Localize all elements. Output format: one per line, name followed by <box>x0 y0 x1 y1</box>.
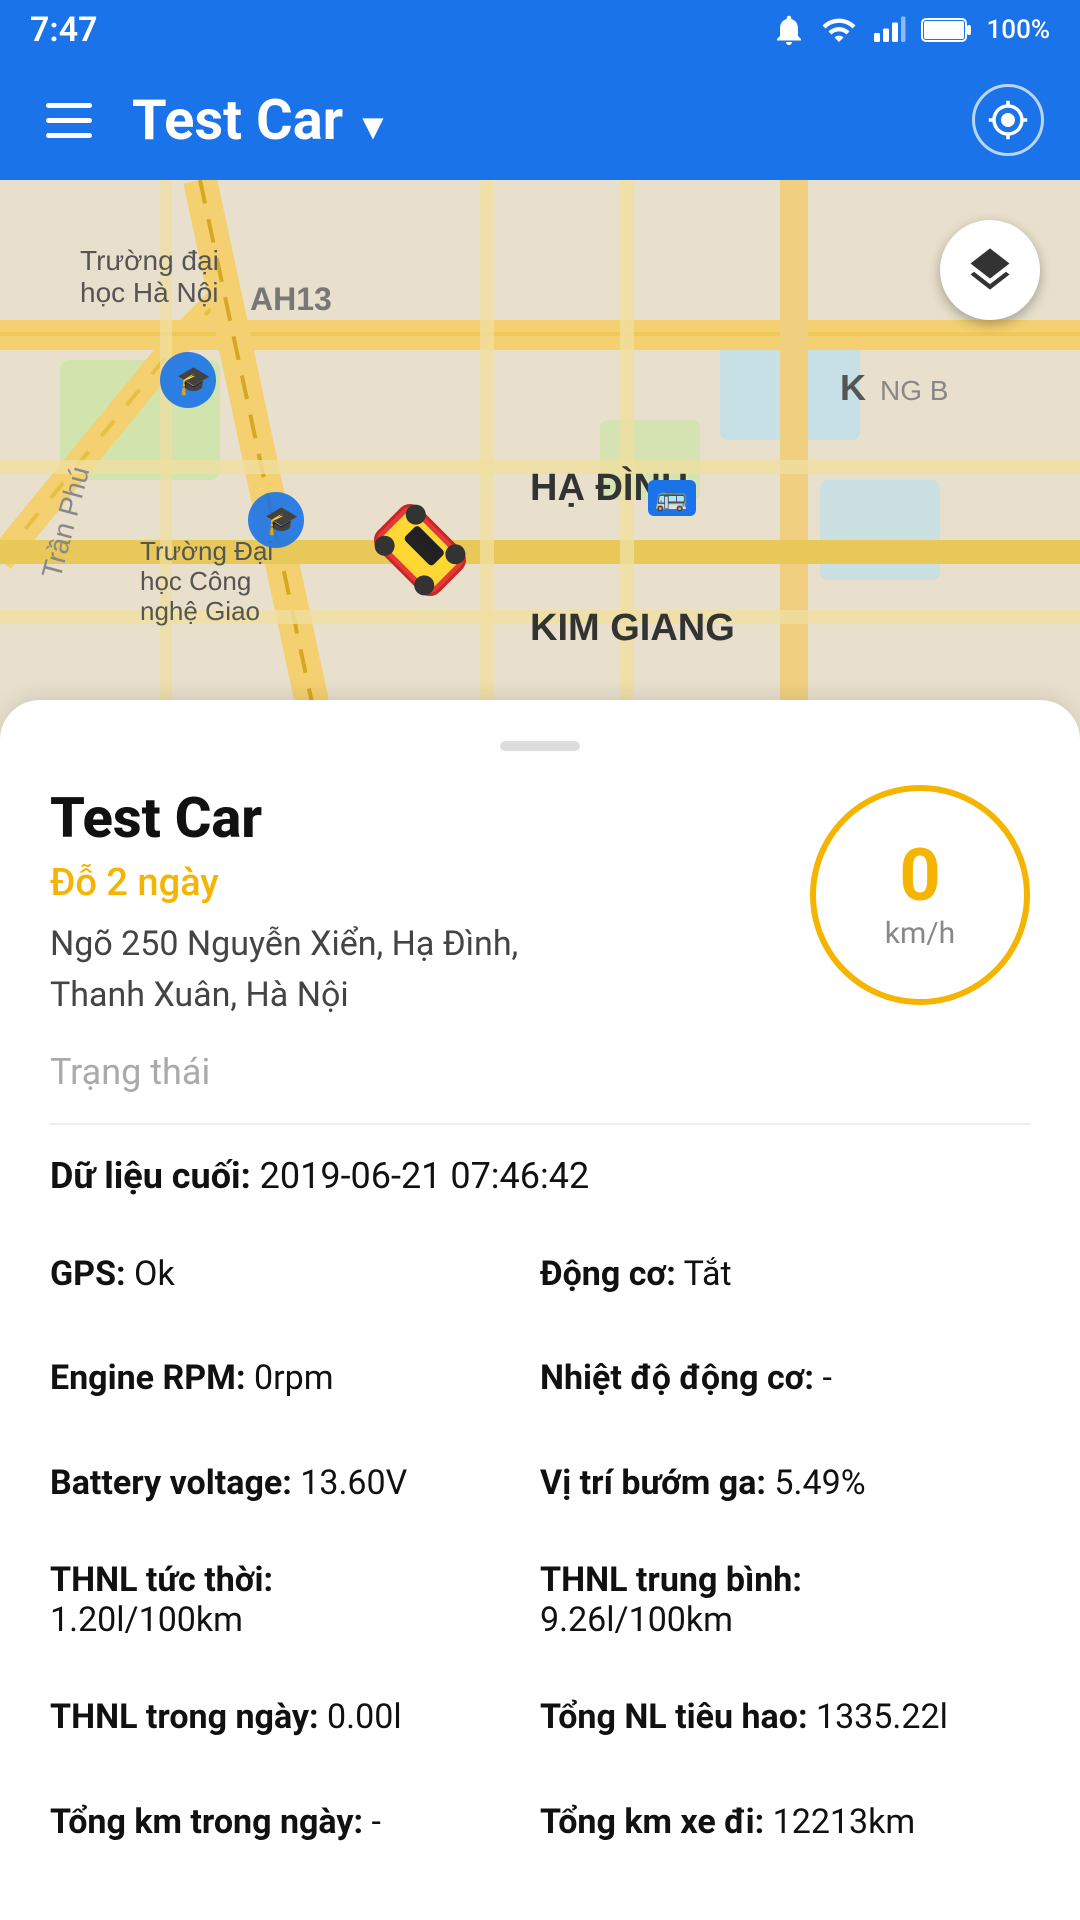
engine-temp-label: Nhiệt độ động cơ: <box>540 1358 814 1398</box>
svg-text:🎓: 🎓 <box>176 365 211 397</box>
gps-col: GPS: Ok <box>50 1247 540 1301</box>
fuel-avg-col: THNL trung bình: 9.26l/100km <box>540 1560 1030 1640</box>
map-view[interactable]: Trần Phú AH13 Trường đại học Hà Nội Trườ… <box>0 180 1080 740</box>
bottom-panel: Test Car Đỗ 2 ngày Ngõ 250 Nguyễn Xiển, … <box>0 700 1080 1920</box>
pull-handle[interactable] <box>50 720 1030 785</box>
engine-value: Tắt <box>684 1254 732 1294</box>
fuel-instant-col: THNL tức thời: 1.20l/100km <box>50 1560 540 1640</box>
app-bar: Test Car ▼ <box>0 60 1080 180</box>
last-data-label: Dữ liệu cuối: <box>50 1155 251 1197</box>
dropdown-arrow[interactable]: ▼ <box>355 106 391 148</box>
location-button[interactable] <box>972 84 1044 156</box>
fuel-avg-label: THNL trung bình: <box>540 1560 1030 1600</box>
total-fuel-label: Tổng NL tiêu hao: <box>540 1697 808 1737</box>
total-fuel-value: 1335.22l <box>816 1697 948 1737</box>
engine-temp-col: Nhiệt độ động cơ: - <box>540 1351 1030 1405</box>
battery-value: 13.60V <box>300 1463 407 1503</box>
total-fuel-col: Tổng NL tiêu hao: 1335.22l <box>540 1690 1030 1744</box>
rpm-value: 0rpm <box>254 1358 334 1398</box>
battery-throttle-row: Battery voltage: 13.60V Vị trí bướm ga: … <box>50 1456 1030 1510</box>
vehicle-parking-status: Đỗ 2 ngày <box>50 861 780 905</box>
rpm-temp-row: Engine RPM: 0rpm Nhiệt độ động cơ: - <box>50 1351 1030 1405</box>
rpm-label: Engine RPM: <box>50 1358 246 1398</box>
fuel-instant-value: 1.20l/100km <box>50 1600 540 1640</box>
svg-text:học Công: học Công <box>140 566 251 596</box>
vehicle-info: Test Car Đỗ 2 ngày Ngõ 250 Nguyễn Xiển, … <box>50 785 780 1021</box>
battery-icon <box>921 15 973 45</box>
svg-text:nghệ Giao: nghệ Giao <box>140 596 260 626</box>
status-time: 7:47 <box>30 10 98 50</box>
svg-text:Trường đại: Trường đại <box>80 245 219 276</box>
svg-text:🚌: 🚌 <box>655 482 687 512</box>
svg-text:NG B: NG B <box>880 375 948 406</box>
last-data-row: Dữ liệu cuối: 2019-06-21 07:46:42 <box>50 1155 1030 1197</box>
title-text: Test Car <box>132 87 343 153</box>
menu-button[interactable] <box>36 93 102 148</box>
total-km-col: Tổng km xe đi: 12213km <box>540 1795 1030 1849</box>
vehicle-name: Test Car <box>50 785 780 851</box>
engine-temp-value: - <box>822 1358 831 1398</box>
wifi-icon <box>821 12 857 48</box>
vehicle-header: Test Car Đỗ 2 ngày Ngõ 250 Nguyễn Xiển, … <box>50 785 1030 1021</box>
fuel-instant-label: THNL tức thời: <box>50 1560 540 1600</box>
status-icons: 100% <box>771 12 1050 48</box>
svg-text:Trường Đại: Trường Đại <box>140 536 273 566</box>
divider-1 <box>50 1123 1030 1125</box>
km-row: Tổng km trong ngày: - Tổng km xe đi: 122… <box>50 1795 1030 1849</box>
engine-col: Động cơ: Tắt <box>540 1247 1030 1301</box>
battery-label: Battery voltage: <box>50 1463 292 1503</box>
fuel-day-label: THNL trong ngày: <box>50 1697 319 1737</box>
location-target-icon <box>987 99 1029 141</box>
app-title: Test Car ▼ <box>132 87 972 153</box>
pull-handle-bar <box>500 741 580 751</box>
speed-value: 0 <box>899 840 940 912</box>
engine-label: Động cơ: <box>540 1254 676 1294</box>
fuel-day-col: THNL trong ngày: 0.00l <box>50 1690 540 1744</box>
total-km-value: 12213km <box>773 1802 916 1842</box>
rpm-col: Engine RPM: 0rpm <box>50 1351 540 1405</box>
map-layer-button[interactable] <box>940 220 1040 320</box>
svg-text:K: K <box>840 367 866 408</box>
status-bar: 7:47 100% <box>0 0 1080 60</box>
gps-engine-row: GPS: Ok Động cơ: Tắt <box>50 1247 1030 1301</box>
svg-text:KIM GIANG: KIM GIANG <box>530 607 735 649</box>
gps-value: Ok <box>134 1254 175 1294</box>
battery-col: Battery voltage: 13.60V <box>50 1456 540 1510</box>
vehicle-address: Ngõ 250 Nguyễn Xiển, Hạ Đình, Thanh Xuân… <box>50 919 610 1021</box>
svg-text:học Hà Nội: học Hà Nội <box>80 277 219 308</box>
map-svg: Trần Phú AH13 Trường đại học Hà Nội Trườ… <box>0 180 1080 740</box>
signal-icon <box>871 12 907 48</box>
speed-circle: 0 km/h <box>810 785 1030 1005</box>
km-day-label: Tổng km trong ngày: <box>50 1802 363 1842</box>
fuel-day-value: 0.00l <box>327 1697 402 1737</box>
alarm-icon <box>771 12 807 48</box>
km-day-col: Tổng km trong ngày: - <box>50 1795 540 1849</box>
layers-icon <box>964 244 1016 296</box>
throttle-label: Vị trí bướm ga: <box>540 1463 766 1503</box>
status-section: Trạng thái <box>50 1051 1030 1093</box>
fuel-avg-value: 9.26l/100km <box>540 1600 1030 1640</box>
throttle-col: Vị trí bướm ga: 5.49% <box>540 1456 1030 1510</box>
fuel-row: THNL tức thời: 1.20l/100km THNL trung bì… <box>50 1560 1030 1640</box>
throttle-value: 5.49% <box>774 1463 865 1503</box>
fuel-day-total-row: THNL trong ngày: 0.00l Tổng NL tiêu hao:… <box>50 1690 1030 1744</box>
total-km-label: Tổng km xe đi: <box>540 1802 764 1842</box>
svg-text:🎓: 🎓 <box>264 505 299 537</box>
speed-unit: km/h <box>885 916 955 951</box>
status-label: Trạng thái <box>50 1051 210 1093</box>
last-data-value: 2019-06-21 07:46:42 <box>260 1155 590 1197</box>
svg-text:AH13: AH13 <box>250 281 332 317</box>
battery-percentage: 100% <box>987 15 1050 45</box>
gps-label: GPS: <box>50 1254 126 1294</box>
km-day-value: - <box>372 1802 381 1842</box>
